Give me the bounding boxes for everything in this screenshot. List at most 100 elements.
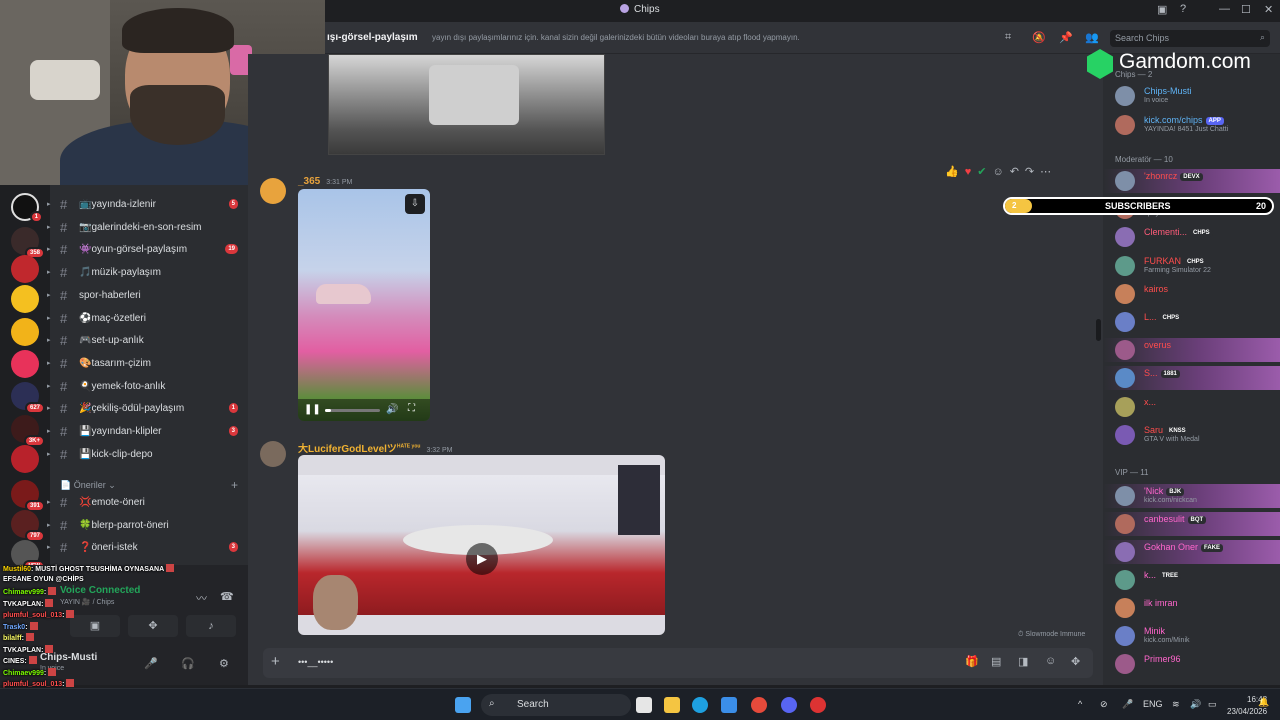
close-button[interactable]: ✕	[1264, 3, 1273, 16]
wifi-icon[interactable]: ≋	[1172, 699, 1180, 710]
member-item[interactable]: k... TREE	[1103, 568, 1280, 592]
member-item[interactable]: canbesulit BQT	[1103, 512, 1280, 536]
app-icon[interactable]	[810, 697, 826, 713]
member-item[interactable]: Saru KNSS GTA V with Medal	[1103, 423, 1280, 447]
category-header[interactable]: 📄 Öneriler ⌄	[60, 480, 116, 491]
attachment-image[interactable]	[328, 54, 605, 155]
play-icon[interactable]: ▶	[466, 543, 498, 575]
channel-item[interactable]: ▸ # 💢emote-öneri	[47, 493, 248, 513]
member-item[interactable]: Gokhan Oner FAKE	[1103, 540, 1280, 564]
member-item[interactable]: ilk imran	[1103, 596, 1280, 620]
video-progress-bar[interactable]	[325, 409, 380, 412]
volume-icon[interactable]: 🔊	[386, 404, 398, 415]
volume-tray-icon[interactable]: 🔊	[1190, 699, 1201, 710]
video-attachment[interactable]: ▶	[298, 455, 665, 635]
thumbs-up-icon[interactable]: 👍	[945, 166, 959, 178]
scrollbar[interactable]	[1096, 319, 1101, 341]
edge-icon[interactable]	[692, 697, 708, 713]
chrome-icon[interactable]	[751, 697, 767, 713]
channel-item[interactable]: ▸ # 👾oyun-görsel-paylaşım 19	[47, 240, 248, 260]
minimize-button[interactable]: —	[1219, 3, 1230, 15]
avatar[interactable]	[1115, 654, 1135, 674]
avatar[interactable]	[1115, 283, 1135, 304]
server-9[interactable]	[11, 445, 39, 473]
apps-icon[interactable]: ✥	[1071, 655, 1080, 668]
channel-topic[interactable]: yayın dışı paylaşımlarınız için. kanal s…	[432, 33, 800, 42]
network-off-icon[interactable]: ⊘	[1100, 699, 1108, 710]
sticker-icon[interactable]: ◨	[1018, 655, 1028, 668]
gif-icon[interactable]: ▤	[991, 655, 1001, 668]
avatar[interactable]	[260, 178, 286, 204]
avatar[interactable]	[1115, 340, 1135, 361]
file-explorer-icon[interactable]	[664, 697, 680, 713]
member-item[interactable]: S... 1881	[1103, 366, 1280, 391]
server-8[interactable]: 3K+	[11, 415, 45, 447]
member-item[interactable]: overus	[1103, 338, 1280, 363]
add-attachment-icon[interactable]: +	[271, 653, 280, 670]
check-icon[interactable]: ✔	[977, 166, 986, 178]
server-5[interactable]	[11, 318, 39, 346]
gift-icon[interactable]: 🎁	[965, 655, 979, 668]
server-2[interactable]: 358	[11, 227, 45, 259]
member-list-icon[interactable]: 👥	[1085, 31, 1099, 44]
channel-item[interactable]: ▸ # ❓öneri-istek 3	[47, 538, 248, 558]
server-6[interactable]	[11, 350, 39, 378]
channel-item[interactable]: ▸ # 🍳yemek-foto-anlık	[47, 377, 248, 397]
add-reaction-icon[interactable]: ☺	[992, 166, 1003, 178]
maximize-button[interactable]: ☐	[1241, 3, 1251, 16]
member-item[interactable]: 'Nick BJK kick.com/nickcan	[1103, 484, 1280, 508]
threads-icon[interactable]: ⌗	[1005, 31, 1011, 44]
message-input[interactable]: + •••__••••• 🎁 ▤ ◨ ☺ ✥	[263, 648, 1093, 678]
member-item[interactable]: L... CHPS	[1103, 310, 1280, 334]
download-icon[interactable]: ⇩	[405, 194, 425, 214]
server-skv[interactable]: 1	[11, 193, 43, 223]
inbox-icon[interactable]: ▣	[1157, 3, 1167, 16]
avatar[interactable]	[1115, 514, 1135, 534]
avatar[interactable]	[1115, 86, 1135, 106]
server-3[interactable]	[11, 255, 39, 283]
server-10[interactable]: 391	[11, 480, 45, 512]
avatar[interactable]	[1115, 368, 1135, 389]
add-channel-icon[interactable]: +	[231, 478, 238, 492]
message-author[interactable]: 大LuciferGodLevelツHATE you3:32 PM	[298, 440, 453, 455]
server-chips[interactable]: 627	[11, 382, 45, 414]
channel-item[interactable]: ▸ # ⚽maç-özetleri	[47, 309, 248, 329]
mic-tray-icon[interactable]: 🎤	[1122, 699, 1133, 710]
pin-icon[interactable]: 📌	[1059, 31, 1073, 44]
channel-item[interactable]: ▸ # 🎵müzik-paylaşım	[47, 263, 248, 283]
avatar[interactable]	[1115, 227, 1135, 248]
avatar[interactable]	[1115, 486, 1135, 506]
avatar[interactable]	[1115, 598, 1135, 618]
server-11[interactable]: 797	[11, 510, 45, 542]
channel-item[interactable]: ▸ # 🎉çekiliş-ödül-paylaşım 1	[47, 399, 248, 419]
heart-icon[interactable]: ♥	[965, 166, 972, 178]
disconnect-icon[interactable]: ☎	[220, 590, 234, 603]
avatar[interactable]	[1115, 542, 1135, 562]
avatar[interactable]	[1115, 626, 1135, 646]
channel-item[interactable]: ▸ # 💾yayından-klipler 3	[47, 422, 248, 442]
channel-item[interactable]: ▸ # 📺yayında-izlenir 5	[47, 195, 248, 215]
more-icon[interactable]: ⋯	[1040, 166, 1051, 178]
member-item[interactable]: Clementi... CHPS	[1103, 225, 1280, 249]
notification-icon[interactable]: 🔔	[1258, 697, 1269, 708]
avatar[interactable]	[1115, 115, 1135, 135]
channel-item[interactable]: ▸ # 🎮set-up-anlık	[47, 331, 248, 351]
reply-icon[interactable]: ↶	[1010, 166, 1019, 178]
channel-item[interactable]: ▸ # 💾kick-clip-depo	[47, 445, 248, 465]
channel-item[interactable]: ▸ # 🎨tasarım-çizim	[47, 354, 248, 374]
settings-gear-icon[interactable]: ⚙	[219, 657, 229, 670]
avatar[interactable]	[1115, 171, 1135, 191]
start-icon[interactable]	[455, 697, 471, 713]
member-item[interactable]: Chips-Musti In voice	[1103, 84, 1280, 108]
member-item[interactable]: x...	[1103, 395, 1280, 419]
taskbar-search[interactable]: ⌕ Search	[481, 694, 631, 716]
language-indicator[interactable]: ENG	[1143, 699, 1163, 709]
help-icon[interactable]: ?	[1180, 3, 1186, 15]
member-item[interactable]: Minik kick.com/Minik	[1103, 624, 1280, 648]
member-item[interactable]: Primer96	[1103, 652, 1280, 676]
forward-icon[interactable]: ↷	[1025, 166, 1034, 178]
channel-item[interactable]: ▸ # 📷galerindeki-en-son-resim	[47, 218, 248, 238]
member-item[interactable]: FURKAN CHPS Farming Simulator 22	[1103, 254, 1280, 278]
pause-icon[interactable]: ❚❚	[304, 404, 321, 415]
fullscreen-icon[interactable]: ⛶	[408, 403, 415, 414]
